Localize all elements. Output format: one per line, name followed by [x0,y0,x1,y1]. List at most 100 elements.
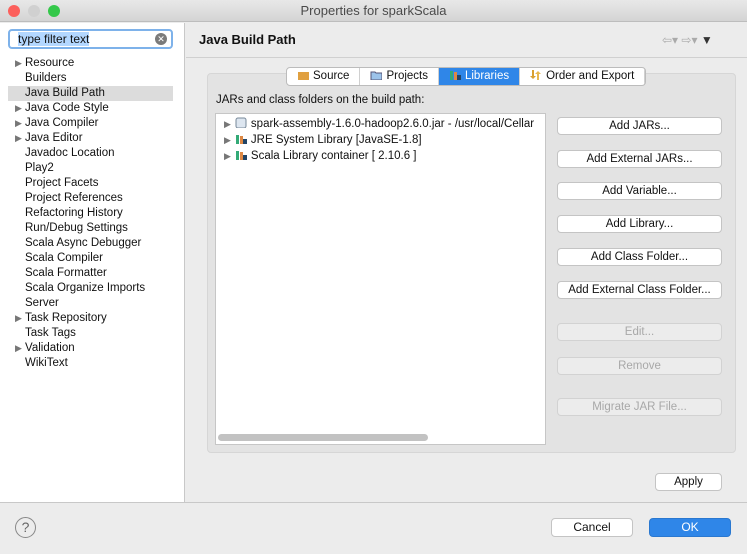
horizontal-scrollbar[interactable] [218,434,428,441]
tab-bar: Source Projects Libraries Order and Export [286,67,647,86]
sidebar-item-label: Java Compiler [25,117,99,129]
sidebar-item[interactable]: Builders [8,71,173,86]
sidebar-item-label: Task Repository [25,312,107,324]
sidebar-item[interactable]: ▶ Task Repository [8,311,173,326]
tab-libraries[interactable]: Libraries [438,68,521,85]
sidebar-item[interactable]: Scala Organize Imports [8,281,173,296]
sidebar-item[interactable]: ▶ Resource [8,56,173,71]
tab-order-and-export[interactable]: Order and Export [520,68,646,85]
expand-arrow-icon[interactable]: ▶ [15,341,22,356]
folder-icon [370,69,383,81]
library-icon [235,133,247,144]
add-library-button[interactable]: Add Library... [557,215,722,233]
add-variable-button[interactable]: Add Variable... [557,182,722,200]
filter-input[interactable]: type filter text ✕ [8,29,173,49]
sidebar-item[interactable]: Play2 [8,161,173,176]
divider [186,57,747,58]
nav-buttons[interactable]: ⇦▾ ⇨▾ ▼ [662,33,713,47]
sidebar-item-label: WikiText [25,357,68,369]
help-icon[interactable]: ? [15,517,36,538]
sidebar-item[interactable]: Run/Debug Settings [8,221,173,236]
sidebar-item-label: Project References [25,192,123,204]
ok-button[interactable]: OK [649,518,731,537]
sidebar-item-label: Refactoring History [25,207,123,219]
sidebar-item-label: Javadoc Location [25,147,115,159]
page-title: Java Build Path [199,32,296,47]
remove-button[interactable]: Remove [557,357,722,375]
tab-label: Order and Export [546,70,635,82]
add-external-jars-button[interactable]: Add External JARs... [557,150,722,168]
library-icon [235,149,247,160]
expand-arrow-icon[interactable]: ▶ [15,311,22,326]
expand-arrow-icon[interactable]: ▶ [15,101,22,116]
tab-label: Libraries [464,70,510,82]
sidebar-item[interactable]: WikiText [8,356,173,371]
tab-label: Source [313,70,350,82]
order-export-icon [530,69,542,80]
sidebar-item-label: Run/Debug Settings [25,222,128,234]
entry-label: JRE System Library [JavaSE-1.8] [250,134,422,146]
clear-icon[interactable]: ✕ [155,33,167,45]
sidebar-item[interactable]: Task Tags [8,326,173,341]
sidebar-item-label: Resource [25,57,75,69]
expand-arrow-icon[interactable]: ▶ [15,131,22,146]
forward-icon[interactable]: ⇨▾ [681,33,697,47]
sidebar-item[interactable]: Javadoc Location [8,146,173,161]
expand-arrow-icon[interactable]: ▶ [224,151,231,161]
sidebar-item[interactable]: ▶ Validation [8,341,173,356]
sidebar-item[interactable]: Scala Formatter [8,266,173,281]
apply-button[interactable]: Apply [655,473,722,491]
add-class-folder-button[interactable]: Add Class Folder... [557,248,722,266]
sidebar-item[interactable]: Project References [8,191,173,206]
tab-source[interactable]: Source [287,68,361,85]
sidebar-item[interactable]: Java Build Path [8,86,173,101]
migrate-jar-file-button[interactable]: Migrate JAR File... [557,398,722,416]
expand-arrow-icon[interactable]: ▶ [224,119,231,129]
entry-label: spark-assembly-1.6.0-hadoop2.6.0.jar - /… [250,118,535,130]
sidebar-item[interactable]: ▶ Java Code Style [8,101,173,116]
list-item[interactable]: ▶ JRE System Library [JavaSE-1.8] [224,132,422,148]
window-title: Properties for sparkScala [300,3,447,18]
tab-projects[interactable]: Projects [360,68,439,85]
sidebar-item-label: Scala Async Debugger [25,237,142,249]
jar-icon [235,117,247,129]
divider [0,502,747,503]
sidebar-item-label: Validation [25,342,75,354]
expand-arrow-icon[interactable]: ▶ [15,56,22,71]
title-bar: Properties for sparkScala [0,0,747,22]
cancel-button[interactable]: Cancel [551,518,633,537]
sidebar-item[interactable]: ▶ Java Editor [8,131,173,146]
zoom-button[interactable] [48,5,60,17]
sidebar-item[interactable]: Project Facets [8,176,173,191]
menu-icon[interactable]: ▼ [701,33,713,47]
sidebar-item-label: Play2 [25,162,54,174]
sidebar-item-label: Task Tags [25,327,76,339]
sidebar-item-label: Scala Organize Imports [25,282,146,294]
expand-arrow-icon[interactable]: ▶ [15,116,22,131]
sidebar-item-label: Scala Formatter [25,267,107,279]
add-external-class-folder-button[interactable]: Add External Class Folder... [557,281,722,299]
list-item[interactable]: ▶ spark-assembly-1.6.0-hadoop2.6.0.jar - … [224,116,534,132]
sidebar-item[interactable]: Server [8,296,173,311]
entry-label: Scala Library container [ 2.10.6 ] [250,150,417,162]
expand-arrow-icon[interactable]: ▶ [224,135,231,145]
build-path-list[interactable]: ▶ spark-assembly-1.6.0-hadoop2.6.0.jar - … [215,113,546,445]
list-item[interactable]: ▶ Scala Library container [ 2.10.6 ] [224,148,417,164]
sidebar-item-label: Scala Compiler [25,252,103,264]
close-button[interactable] [8,5,20,17]
sidebar-item[interactable]: Scala Compiler [8,251,173,266]
sidebar-item[interactable]: Refactoring History [8,206,173,221]
sidebar-item[interactable]: ▶ Java Compiler [8,116,173,131]
add-jars-button[interactable]: Add JARs... [557,117,722,135]
list-label: JARs and class folders on the build path… [216,94,425,106]
tab-label: Projects [386,70,428,82]
minimize-button[interactable] [28,5,40,17]
library-icon [449,69,461,80]
back-icon[interactable]: ⇦▾ [662,33,678,47]
sidebar-item[interactable]: Scala Async Debugger [8,236,173,251]
sidebar-item-label: Java Editor [25,132,83,144]
edit-button[interactable]: Edit... [557,323,722,341]
sidebar-item-label: Server [25,297,59,309]
filter-text[interactable]: type filter text [18,32,90,46]
source-folder-icon [297,69,309,80]
